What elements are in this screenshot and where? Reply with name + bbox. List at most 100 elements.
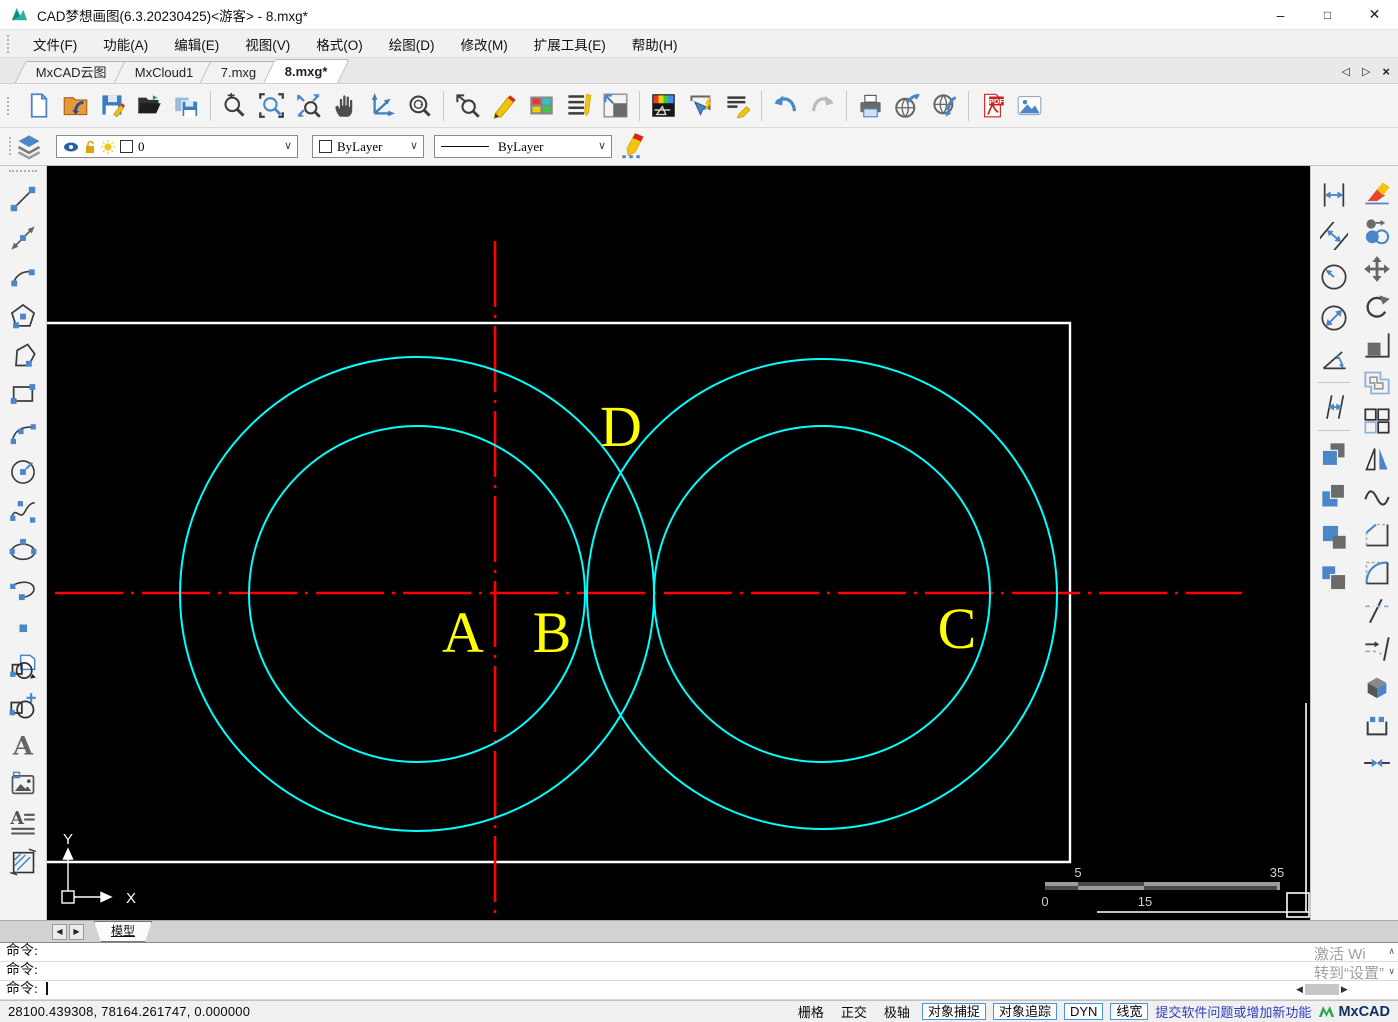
doc-tab-1[interactable]: MxCloud1 bbox=[113, 61, 215, 83]
draw-point-button[interactable] bbox=[4, 608, 42, 647]
draw-order-pencil-button[interactable] bbox=[620, 131, 652, 163]
draworder-above-button[interactable] bbox=[1315, 516, 1353, 557]
maximize-button[interactable]: □ bbox=[1304, 0, 1351, 29]
linetype-manager-button[interactable] bbox=[560, 87, 597, 125]
draw-text-button[interactable]: A bbox=[4, 725, 42, 764]
array-button[interactable] bbox=[1358, 402, 1396, 440]
draw-rectangle-button[interactable] bbox=[4, 374, 42, 413]
color-palette-button[interactable] bbox=[523, 87, 560, 125]
status-toggle-2[interactable]: 极轴 bbox=[879, 1002, 915, 1021]
draw-mtext-button[interactable]: A bbox=[4, 803, 42, 842]
draw-polyline-button[interactable] bbox=[4, 335, 42, 374]
break-button[interactable] bbox=[1358, 706, 1396, 744]
mirror-button[interactable] bbox=[1358, 440, 1396, 478]
command-scroll-left-icon[interactable]: ◀ bbox=[1296, 985, 1303, 995]
status-toggle-6[interactable]: 线宽 bbox=[1110, 1003, 1149, 1020]
dim-diameter-button[interactable] bbox=[1315, 297, 1353, 338]
attach-image-button[interactable] bbox=[4, 764, 42, 803]
menu-item-2[interactable]: 编辑(E) bbox=[161, 34, 232, 54]
match-properties-button[interactable] bbox=[719, 87, 756, 125]
layer-manager-button[interactable] bbox=[645, 87, 682, 125]
dim-aligned-button[interactable] bbox=[1315, 215, 1353, 256]
command-scroll-up-icon[interactable]: ∧ bbox=[1388, 947, 1395, 957]
menu-item-7[interactable]: 扩展工具(E) bbox=[521, 34, 619, 54]
scale-button[interactable] bbox=[1358, 326, 1396, 364]
edit-spline-button[interactable] bbox=[1358, 478, 1396, 516]
copy-button[interactable] bbox=[1358, 212, 1396, 250]
save-as-button[interactable] bbox=[168, 87, 205, 125]
zoom-all-button[interactable] bbox=[290, 87, 327, 125]
insert-block-button[interactable] bbox=[4, 647, 42, 686]
draw-ellipse-button[interactable] bbox=[4, 530, 42, 569]
toolbar-grip[interactable] bbox=[7, 34, 13, 53]
toolbar-grip[interactable] bbox=[9, 170, 37, 175]
offset-button[interactable] bbox=[1358, 364, 1396, 402]
draworder-back-button[interactable] bbox=[1315, 475, 1353, 516]
menu-item-3[interactable]: 视图(V) bbox=[232, 34, 303, 54]
draworder-below-button[interactable] bbox=[1315, 557, 1353, 598]
open-project-button[interactable] bbox=[57, 87, 94, 125]
create-block-button[interactable] bbox=[4, 686, 42, 725]
draw-construction-line-button[interactable] bbox=[4, 218, 42, 257]
tab-close-button[interactable]: × bbox=[1382, 64, 1390, 79]
draw-polygon-button[interactable] bbox=[4, 296, 42, 335]
menu-item-6[interactable]: 修改(M) bbox=[448, 34, 521, 54]
feedback-link[interactable]: 提交软件问题或增加新功能 bbox=[1155, 1002, 1311, 1021]
command-scroll-down-icon[interactable]: ∨ bbox=[1388, 967, 1395, 977]
status-toggle-4[interactable]: 对象追踪 bbox=[992, 1003, 1057, 1020]
export-pdf-button[interactable]: PDF bbox=[974, 87, 1011, 125]
dim-parallel-button[interactable] bbox=[1315, 386, 1353, 427]
view-previous-button[interactable] bbox=[449, 87, 486, 125]
model-sheet-tab[interactable]: 模型 bbox=[94, 921, 152, 942]
sheet-prev-button[interactable]: ◀ bbox=[52, 923, 67, 940]
extend-button[interactable] bbox=[1358, 630, 1396, 668]
print-button[interactable] bbox=[852, 87, 889, 125]
color-select[interactable]: ByLayer ∨ bbox=[312, 135, 424, 158]
quick-select-button[interactable] bbox=[682, 87, 719, 125]
status-toggle-1[interactable]: 正交 bbox=[836, 1002, 872, 1021]
tab-prev-button[interactable]: ◁ bbox=[1341, 65, 1349, 78]
fillet-button[interactable] bbox=[1358, 554, 1396, 592]
draw-ellipse-arc-button[interactable] bbox=[4, 569, 42, 608]
move-button[interactable] bbox=[1358, 250, 1396, 288]
command-line-2[interactable]: 命令: bbox=[0, 981, 1398, 1000]
menu-item-4[interactable]: 格式(O) bbox=[303, 34, 376, 54]
publish-web-button[interactable] bbox=[889, 87, 926, 125]
open-web-button[interactable] bbox=[926, 87, 963, 125]
pan-button[interactable] bbox=[327, 87, 364, 125]
open-file-button[interactable] bbox=[131, 87, 168, 125]
draworder-front-button[interactable] bbox=[1315, 434, 1353, 475]
zoom-extents-button[interactable] bbox=[216, 87, 253, 125]
ucs-axes-button[interactable] bbox=[364, 87, 401, 125]
status-toggle-3[interactable]: 对象捕捉 bbox=[921, 1003, 986, 1020]
minimize-button[interactable]: – bbox=[1257, 0, 1304, 29]
linetype-select[interactable]: ByLayer ∨ bbox=[434, 135, 612, 158]
menu-item-5[interactable]: 绘图(D) bbox=[376, 34, 448, 54]
redo-button[interactable] bbox=[804, 87, 841, 125]
layer-stack-button[interactable] bbox=[12, 132, 46, 162]
dim-linear-button[interactable] bbox=[1315, 174, 1353, 215]
menu-item-0[interactable]: 文件(F) bbox=[20, 34, 90, 54]
join-button[interactable] bbox=[1358, 744, 1396, 782]
new-file-button[interactable] bbox=[20, 87, 57, 125]
layer-select[interactable]: 0 ∨ bbox=[56, 135, 298, 158]
export-image-button[interactable] bbox=[1011, 87, 1048, 125]
status-toggle-0[interactable]: 栅格 bbox=[793, 1002, 829, 1021]
doc-tab-0[interactable]: MxCAD云图 bbox=[14, 61, 129, 83]
close-button[interactable]: ✕ bbox=[1351, 0, 1398, 29]
sheet-next-button[interactable]: ▶ bbox=[69, 923, 84, 940]
rotate-button[interactable] bbox=[1358, 288, 1396, 326]
menu-item-1[interactable]: 功能(A) bbox=[90, 34, 161, 54]
dim-radius-button[interactable] bbox=[1315, 256, 1353, 297]
doc-tab-3[interactable]: 8.mxg* bbox=[262, 59, 350, 83]
zoom-center-button[interactable] bbox=[401, 87, 438, 125]
draw-arc-3point-button[interactable] bbox=[4, 413, 42, 452]
erase-button[interactable] bbox=[1358, 174, 1396, 212]
draw-arc-button[interactable] bbox=[4, 257, 42, 296]
drawing-canvas[interactable]: A B C D Y X 5 35 0 15 bbox=[47, 166, 1310, 920]
zoom-window-button[interactable] bbox=[253, 87, 290, 125]
chamfer-button[interactable] bbox=[1358, 516, 1396, 554]
command-scroll-right-icon[interactable]: ▶ bbox=[1341, 985, 1348, 995]
command-scrollbar-thumb[interactable] bbox=[1304, 984, 1339, 995]
toolbar-grip[interactable] bbox=[7, 96, 13, 115]
